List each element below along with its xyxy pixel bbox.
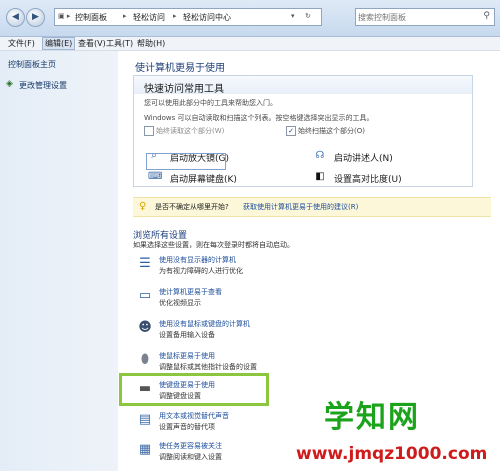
refresh-icon[interactable]: ↻: [305, 12, 311, 20]
back-arrow-icon[interactable]: ◀: [6, 8, 25, 27]
control-panel-home-link[interactable]: 控制面板主页: [8, 59, 56, 70]
menu-bar: 文件(F) 编辑(E) 查看(V) 工具(T) 帮助(H): [0, 37, 500, 51]
item-title[interactable]: 使鼠标更易于使用: [159, 351, 215, 361]
monitor-icon: ▭: [138, 288, 152, 303]
search-box[interactable]: ⚲: [355, 8, 495, 26]
tip-bar: ♀ 是否不确定从哪里开始? 获取使用计算机更易于使用的建议(R): [133, 197, 491, 217]
breadcrumb-separator-icon: ▸: [173, 12, 177, 20]
menu-view[interactable]: 查看(V): [78, 38, 106, 49]
browse-description: 如果选择这些设置，则在每次登录时都将自动启动。: [133, 241, 294, 249]
item-subtitle: 调整键盘设置: [159, 392, 201, 400]
menu-edit[interactable]: 编辑(E): [42, 37, 76, 50]
start-narrator-link[interactable]: 启动讲述人(N): [334, 151, 393, 164]
breadcrumb-control-panel[interactable]: 控制面板: [75, 12, 107, 23]
search-icon[interactable]: ⚲: [483, 11, 490, 21]
always-scan-checkbox[interactable]: ✓: [286, 126, 296, 136]
always-read-checkbox[interactable]: [144, 126, 154, 136]
focus-task-icon: ▦: [138, 442, 152, 457]
change-admin-settings-link[interactable]: 更改管理设置: [19, 80, 67, 91]
start-onscreen-keyboard-link[interactable]: 启动屏幕键盘(K): [170, 172, 237, 185]
quick-access-header: 快速访问常用工具: [134, 76, 472, 95]
always-read-label: 始终读取这个部分(W): [156, 127, 225, 135]
quick-access-intro: 您可以使用此部分中的工具来帮助您入门。: [144, 99, 277, 107]
breadcrumb-ease-of-access[interactable]: 轻松访问: [133, 12, 165, 23]
tip-link[interactable]: 获取使用计算机更易于使用的建议(R): [243, 202, 358, 212]
search-input[interactable]: [358, 10, 476, 24]
folder-icon: ▣ ▸: [58, 12, 71, 20]
menu-tools[interactable]: 工具(T): [106, 38, 133, 49]
menu-help[interactable]: 帮助(H): [137, 38, 165, 49]
address-bar[interactable]: ▣ ▸ 控制面板 ▸ 轻松访问 ▸ 轻松访问中心 ▾ ↻: [54, 8, 322, 26]
list-item[interactable]: ▤ 用文本或视觉替代声音 设置声音的替代项: [133, 409, 473, 437]
quick-access-panel: 快速访问常用工具 您可以使用此部分中的工具来帮助您入门。 Windows 可以自…: [133, 75, 473, 187]
list-item[interactable]: ▭ 使计算机更易于查看 优化视频显示: [133, 285, 473, 313]
high-contrast-icon: ◧: [315, 171, 325, 182]
list-item[interactable]: ⬮ 使鼠标更易于使用 调整鼠标或其他指针设备的设置: [133, 349, 473, 377]
lightbulb-icon: ♀: [139, 201, 147, 212]
forward-arrow-icon[interactable]: ▶: [26, 8, 45, 27]
shield-icon: ◈: [6, 79, 13, 89]
breadcrumb-ease-center[interactable]: 轻松访问中心: [183, 12, 231, 23]
set-high-contrast-link[interactable]: 设置高对比度(U): [334, 172, 402, 185]
item-subtitle: 设置声音的替代项: [159, 423, 215, 431]
keyboard-icon: ▬: [138, 381, 152, 396]
user-icon: ☻: [138, 320, 152, 335]
left-navigation-pane: 控制面板主页 ◈ 更改管理设置: [0, 51, 118, 471]
item-subtitle: 调整鼠标或其他指针设备的设置: [159, 363, 257, 371]
list-item[interactable]: ☻ 使用没有鼠标或键盘的计算机 设置备用输入设备: [133, 317, 473, 345]
focus-rectangle: [146, 153, 226, 170]
item-subtitle: 为有视力障碍的人进行优化: [159, 267, 243, 275]
item-title[interactable]: 使任务更容易被关注: [159, 441, 222, 451]
page-title: 使计算机更易于使用: [135, 63, 225, 74]
title-bar: ◀ ▶ ▣ ▸ 控制面板 ▸ 轻松访问 ▸ 轻松访问中心 ▾ ↻ ⚲: [0, 0, 500, 37]
menu-file[interactable]: 文件(F): [8, 38, 35, 49]
sound-text-icon: ▤: [138, 412, 152, 427]
item-title[interactable]: 用文本或视觉替代声音: [159, 411, 229, 421]
no-display-icon: ☰: [139, 256, 151, 271]
item-title[interactable]: 使键盘更易于使用: [159, 380, 215, 390]
tip-text: 是否不确定从哪里开始?: [155, 203, 229, 211]
quick-access-title: 快速访问常用工具: [144, 84, 224, 95]
item-subtitle: 设置备用输入设备: [159, 331, 215, 339]
item-subtitle: 调整阅读和键入设置: [159, 453, 222, 461]
narrator-icon: ☊: [315, 150, 325, 161]
always-scan-label: 始终扫描这个部分(O): [298, 127, 365, 135]
item-title[interactable]: 使计算机更易于查看: [159, 287, 222, 297]
list-item[interactable]: ☰ 使用没有显示器的计算机 为有视力障碍的人进行优化: [133, 253, 473, 281]
item-title[interactable]: 使用没有显示器的计算机: [159, 255, 236, 265]
watermark-url: www.jmqz1000.com: [296, 444, 488, 464]
item-title[interactable]: 使用没有鼠标或键盘的计算机: [159, 319, 250, 329]
list-item[interactable]: ▬ 使键盘更易于使用 调整键盘设置: [133, 378, 473, 406]
watermark-brand: 学知网: [324, 400, 420, 435]
item-subtitle: 优化视频显示: [159, 299, 201, 307]
dropdown-arrow-icon[interactable]: ▾: [291, 12, 295, 20]
main-content: 使计算机更易于使用 快速访问常用工具 您可以使用此部分中的工具来帮助您入门。 W…: [121, 51, 500, 471]
mouse-icon: ⬮: [140, 352, 150, 367]
quick-access-scan-note: Windows 可以自动读取和扫描这个列表。按空格键选择突出显示的工具。: [144, 114, 374, 122]
breadcrumb-separator-icon: ▸: [123, 12, 127, 20]
keyboard-icon: ⌨: [148, 171, 163, 182]
